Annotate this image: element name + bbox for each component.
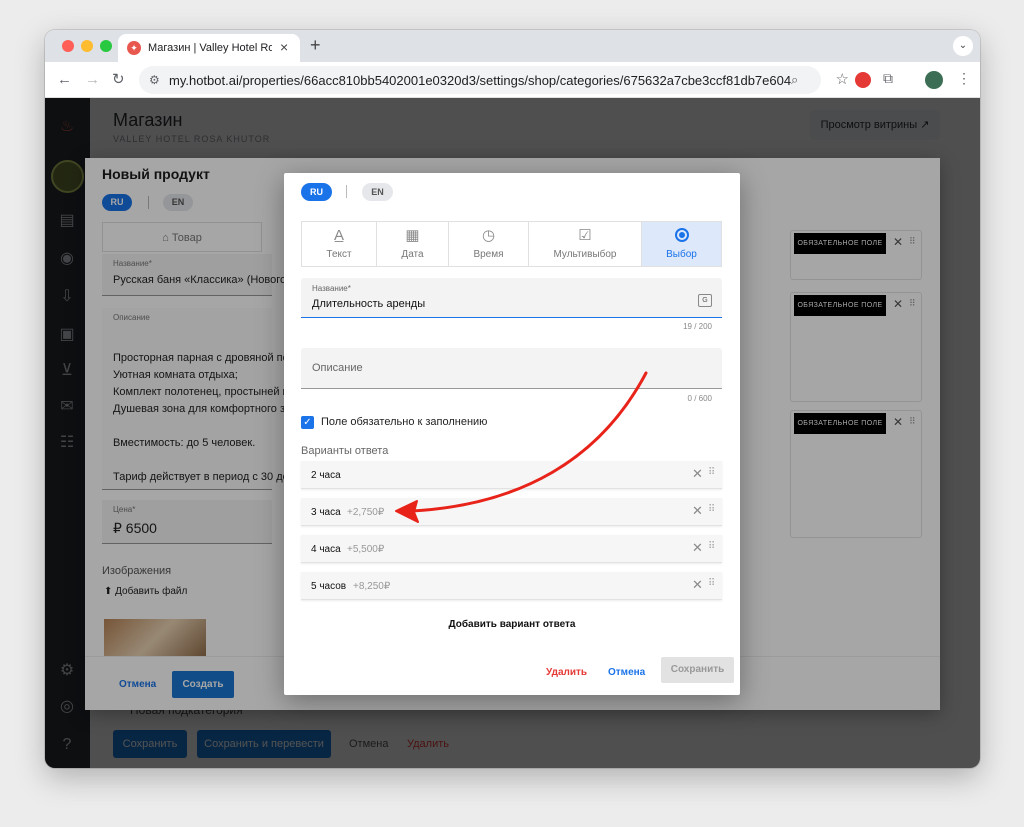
new-tab-icon[interactable]: + bbox=[310, 35, 321, 56]
type-time[interactable]: ◷ Время bbox=[449, 222, 529, 266]
field-type-selector: A̲ Текст ▦ Дата ◷ Время ☑ Мультивыбор Вы… bbox=[301, 221, 722, 267]
maximize-window-button[interactable] bbox=[100, 40, 112, 52]
type-select[interactable]: Выбор bbox=[642, 222, 721, 266]
type-date[interactable]: ▦ Дата bbox=[377, 222, 449, 266]
add-option-button[interactable]: Добавить вариант ответа bbox=[284, 619, 740, 630]
forward-icon[interactable]: → bbox=[85, 71, 100, 89]
address-bar[interactable]: ⚙ my.hotbot.ai/properties/66acc810bb5402… bbox=[139, 66, 849, 94]
lang-en-chip[interactable]: EN bbox=[362, 183, 393, 201]
name-value: Длительность аренды bbox=[312, 298, 426, 310]
site-settings-icon[interactable]: ⚙ bbox=[149, 73, 160, 87]
close-icon[interactable]: ✕ bbox=[692, 577, 703, 593]
close-icon[interactable]: ✕ bbox=[692, 503, 703, 519]
drag-handle-icon[interactable]: ⠿ bbox=[708, 504, 715, 515]
name-field[interactable]: Название* Длительность аренды G bbox=[301, 278, 722, 318]
extension-icon[interactable] bbox=[855, 72, 871, 88]
description-counter: 0 / 600 bbox=[687, 394, 712, 403]
clock-icon: ◷ bbox=[481, 227, 496, 244]
star-icon[interactable]: ☆ bbox=[836, 70, 849, 88]
profile-avatar[interactable] bbox=[925, 71, 943, 89]
tab-bar: ✦ Магазин | Valley Hotel Rosa Khutor × +… bbox=[45, 30, 980, 62]
browser-tab[interactable]: ✦ Магазин | Valley Hotel Rosa Khutor × bbox=[118, 34, 300, 62]
browser-toolbar: ← → ↻ ⚙ my.hotbot.ai/properties/66acc810… bbox=[45, 62, 980, 98]
calendar-icon: ▦ bbox=[405, 227, 420, 244]
chevron-down-icon[interactable]: ⌄ bbox=[953, 36, 973, 56]
name-counter: 19 / 200 bbox=[683, 322, 712, 331]
drag-handle-icon[interactable]: ⠿ bbox=[708, 578, 715, 589]
back-icon[interactable]: ← bbox=[57, 71, 72, 89]
description-placeholder: Описание bbox=[312, 362, 363, 374]
text-icon: A̲ bbox=[333, 227, 344, 244]
close-icon[interactable]: ✕ bbox=[692, 466, 703, 482]
minimize-window-button[interactable] bbox=[81, 40, 93, 52]
option-item[interactable]: 4 часа +5,500₽ ✕ ⠿ bbox=[301, 535, 722, 563]
puzzle-icon[interactable]: ⧉ bbox=[883, 70, 893, 87]
tab-title: Магазин | Valley Hotel Rosa Khutor bbox=[148, 42, 272, 54]
option-item[interactable]: 2 часа ✕ ⠿ bbox=[301, 461, 722, 489]
variants-title: Варианты ответа bbox=[301, 445, 389, 457]
more-vert-icon[interactable]: ⋮ bbox=[957, 70, 971, 87]
url-text: my.hotbot.ai/properties/66acc810bb540200… bbox=[169, 73, 792, 88]
flame-icon: ✦ bbox=[127, 41, 141, 55]
close-icon[interactable]: × bbox=[280, 40, 288, 54]
field-dialog: RU EN A̲ Текст ▦ Дата ◷ Время ☑ Мультивы… bbox=[284, 173, 740, 695]
radio-icon bbox=[642, 228, 721, 246]
option-item[interactable]: 3 часа +2,750₽ ✕ ⠿ bbox=[301, 498, 722, 526]
description-field[interactable]: Описание bbox=[301, 348, 722, 389]
reload-icon[interactable]: ↻ bbox=[112, 71, 125, 89]
close-icon[interactable]: ✕ bbox=[692, 540, 703, 556]
checkbox-icon: ☑ bbox=[578, 227, 592, 244]
required-label: Поле обязательно к заполнению bbox=[321, 416, 488, 428]
divider bbox=[346, 185, 347, 198]
type-text[interactable]: A̲ Текст bbox=[302, 222, 377, 266]
cancel-button[interactable]: Отмена bbox=[608, 667, 645, 678]
save-button[interactable]: Сохранить bbox=[661, 657, 734, 683]
drag-handle-icon[interactable]: ⠿ bbox=[708, 467, 715, 478]
browser-window: ✦ Магазин | Valley Hotel Rosa Khutor × +… bbox=[45, 30, 980, 768]
type-multiselect[interactable]: ☑ Мультивыбор bbox=[529, 222, 642, 266]
translate-icon[interactable]: G bbox=[698, 294, 712, 307]
lang-ru-chip[interactable]: RU bbox=[301, 183, 332, 201]
drag-handle-icon[interactable]: ⠿ bbox=[708, 541, 715, 552]
delete-button[interactable]: Удалить bbox=[546, 667, 587, 678]
zoom-icon[interactable]: ⌕ bbox=[791, 72, 798, 88]
close-window-button[interactable] bbox=[62, 40, 74, 52]
required-checkbox[interactable]: ✓ bbox=[301, 416, 314, 429]
option-item[interactable]: 5 часов +8,250₽ ✕ ⠿ bbox=[301, 572, 722, 600]
